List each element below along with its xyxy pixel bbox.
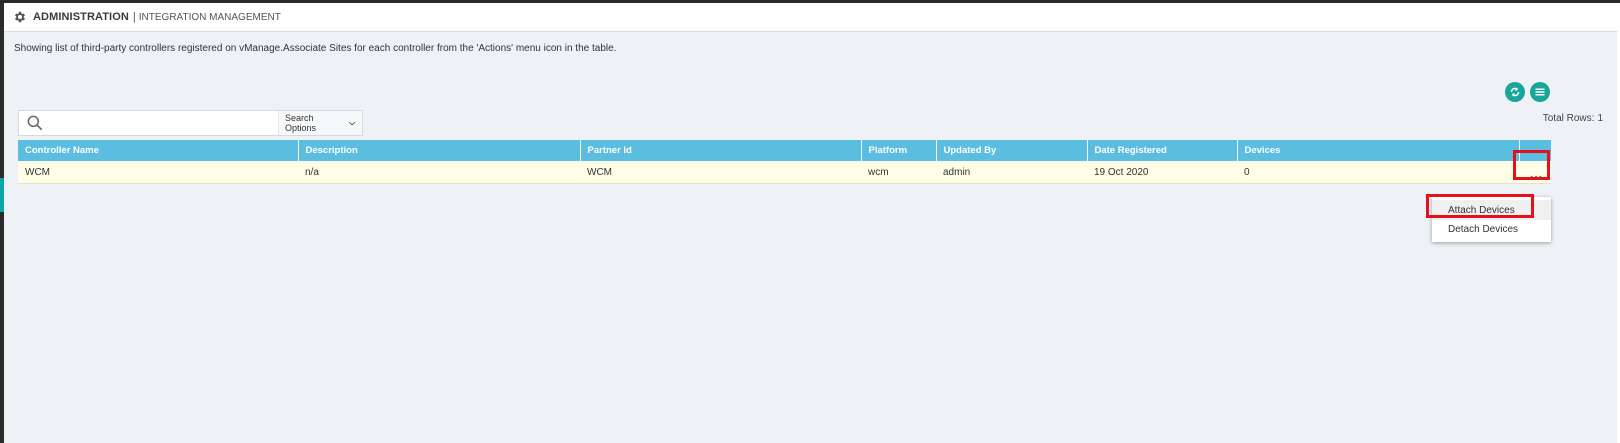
page-subtitle: INTEGRATION MANAGEMENT: [138, 11, 281, 23]
gear-icon: [13, 10, 27, 24]
total-rows-label: Total Rows:: [1542, 113, 1595, 124]
cell-updated-by: admin: [936, 161, 1087, 184]
total-rows-value: 1: [1597, 113, 1603, 124]
cell-controller-name: WCM: [18, 161, 298, 184]
search-options-dropdown[interactable]: Search Options: [278, 111, 362, 135]
table-header-row: Controller Name Description Partner Id P…: [18, 140, 1551, 161]
cell-date-registered: 19 Oct 2020: [1087, 161, 1237, 184]
chevron-down-icon: [348, 121, 355, 125]
search-input[interactable]: [47, 112, 278, 134]
annotation-highlight-attach: [1426, 194, 1534, 218]
column-header-updated-by[interactable]: Updated By: [936, 140, 1088, 161]
menu-item-detach-devices[interactable]: Detach Devices: [1432, 219, 1551, 239]
controllers-table: Controller Name Description Partner Id P…: [18, 140, 1551, 184]
cell-platform: wcm: [861, 161, 936, 184]
column-header-platform[interactable]: Platform: [861, 140, 937, 161]
cell-devices: 0: [1237, 161, 1519, 184]
search-box: Search Options: [18, 110, 363, 136]
column-header-description[interactable]: Description: [298, 140, 581, 161]
refresh-button[interactable]: [1505, 82, 1525, 102]
page-title: ADMINISTRATION: [33, 11, 129, 23]
column-header-controller-name[interactable]: Controller Name: [18, 140, 299, 161]
annotation-highlight-actions: [1513, 150, 1550, 180]
cell-partner-id: WCM: [580, 161, 861, 184]
search-options-label: Search Options: [285, 113, 317, 133]
column-header-devices[interactable]: Devices: [1237, 140, 1520, 161]
search-icon: [27, 115, 43, 131]
table-row[interactable]: WCM n/a WCM wcm admin 19 Oct 2020 0 ...: [18, 161, 1551, 184]
title-separator: |: [132, 11, 136, 23]
table-menu-button[interactable]: [1530, 82, 1550, 102]
column-header-partner-id[interactable]: Partner Id: [580, 140, 862, 161]
list-menu-icon: [1535, 88, 1545, 96]
refresh-icon: [1510, 87, 1520, 97]
page-content: ADMINISTRATION | INTEGRATION MANAGEMENT …: [4, 3, 1617, 443]
page-description: Showing list of third-party controllers …: [14, 43, 617, 54]
cell-description: n/a: [298, 161, 580, 184]
page-header: ADMINISTRATION | INTEGRATION MANAGEMENT: [4, 3, 1617, 32]
total-rows: Total Rows: 1: [1543, 113, 1603, 124]
column-header-date-registered[interactable]: Date Registered: [1087, 140, 1238, 161]
